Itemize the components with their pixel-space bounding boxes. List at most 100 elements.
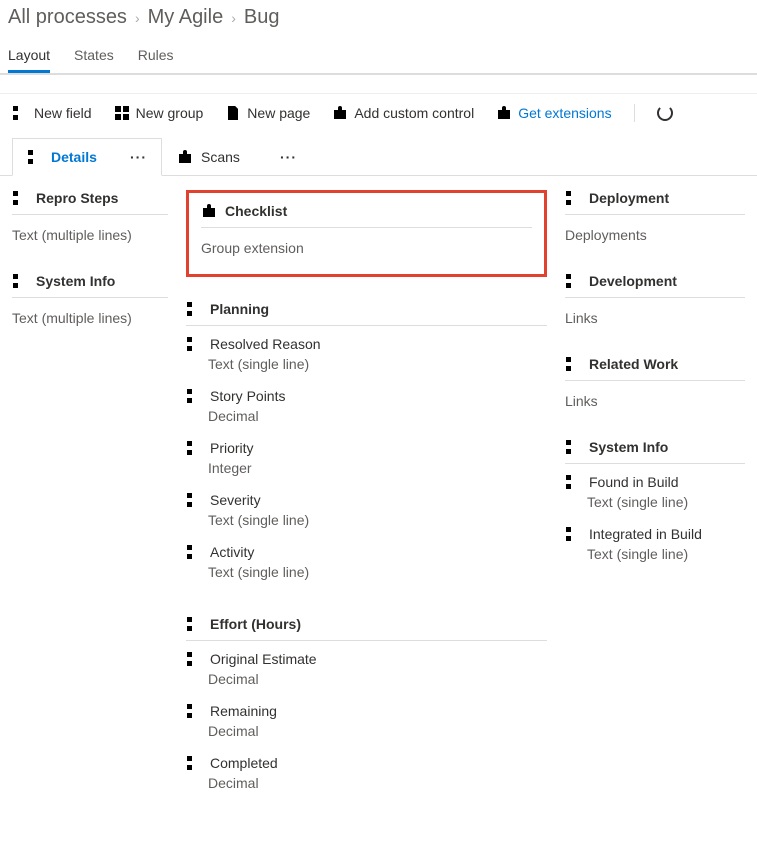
field-icon [186,336,202,352]
field-icon [565,474,581,490]
group-title: Effort (Hours) [210,616,301,632]
group-system-info[interactable]: System Info Text (multiple lines) [12,273,168,326]
breadcrumb: All processes › My Agile › Bug [0,0,757,33]
group: Deployment Deployments [565,190,745,243]
view-tabs: Layout States Rules [0,39,757,75]
group-icon [114,105,130,121]
tab-rules[interactable]: Rules [138,39,174,73]
group: Development Links [565,273,745,326]
field-icon [565,190,581,206]
bag-icon [332,105,348,121]
field-type: Decimal [186,771,547,791]
field-icon [12,273,28,289]
breadcrumb-item[interactable]: Bug [244,6,280,29]
breadcrumb-item[interactable]: All processes [8,6,127,29]
group-subtitle: Group extension [201,228,532,256]
tab-layout[interactable]: Layout [8,39,50,73]
field-icon [186,703,202,719]
group-title: Repro Steps [36,190,118,206]
field-name: Remaining [210,703,277,719]
group: Effort (Hours) Original Estimate Decimal… [186,616,547,797]
field-type: Text (multiple lines) [12,215,168,243]
group-header[interactable]: Development [565,273,745,298]
new-field-button[interactable]: New field [12,105,92,121]
toolbar: New field New group New page Add custom … [0,93,757,132]
field-icon [565,439,581,455]
field-item[interactable]: Priority Integer [186,430,547,482]
left-column: Repro Steps Text (multiple lines) System… [12,190,168,356]
field-item[interactable]: Found in Build Text (single line) [565,464,745,516]
page-tab-scans[interactable]: Scans ··· [162,138,312,176]
group: System Info Found in Build Text (single … [565,439,745,568]
new-page-button[interactable]: New page [225,105,310,121]
new-group-button[interactable]: New group [114,105,204,121]
field-type: Text (single line) [186,560,547,580]
group-repro-steps[interactable]: Repro Steps Text (multiple lines) [12,190,168,243]
group-subtitle: Deployments [565,215,745,243]
field-icon [186,755,202,771]
field-name: Original Estimate [210,651,317,667]
tab-states[interactable]: States [74,39,114,73]
field-type: Text (single line) [186,508,547,528]
tab-menu-button[interactable]: ··· [280,149,297,165]
field-name: Integrated in Build [589,526,702,542]
group: Related Work Links [565,356,745,409]
field-icon [565,273,581,289]
field-item[interactable]: Story Points Decimal [186,378,547,430]
group-header[interactable]: System Info [565,439,745,464]
field-type: Text (single line) [186,352,547,372]
group-header[interactable]: Planning [186,301,547,326]
field-name: Story Points [210,388,285,404]
group-title: System Info [589,439,668,455]
group-header[interactable]: Effort (Hours) [186,616,547,641]
field-name: Resolved Reason [210,336,321,352]
field-type: Text (multiple lines) [12,298,168,326]
page-icon [225,105,241,121]
field-type: Text (single line) [565,542,745,562]
field-type: Decimal [186,667,547,687]
field-icon [12,105,28,121]
layout-columns: Repro Steps Text (multiple lines) System… [0,176,757,857]
chevron-right-icon: › [231,10,236,26]
group-title: Checklist [225,203,287,219]
field-item[interactable]: Original Estimate Decimal [186,641,547,693]
field-icon [565,526,581,542]
tab-menu-button[interactable]: ··· [130,149,147,165]
field-item[interactable]: Integrated in Build Text (single line) [565,516,745,568]
group: Planning Resolved Reason Text (single li… [186,301,547,586]
field-type: Decimal [186,404,547,424]
field-item[interactable]: Activity Text (single line) [186,534,547,586]
refresh-button[interactable] [657,105,673,121]
field-icon [186,544,202,560]
checklist-group-highlight: Checklist Group extension [186,190,547,277]
add-custom-control-button[interactable]: Add custom control [332,105,474,121]
bag-icon [201,203,217,219]
group-title: Development [589,273,677,289]
group-title: Deployment [589,190,669,206]
breadcrumb-item[interactable]: My Agile [148,6,224,29]
group-checklist[interactable]: Checklist [201,203,532,228]
group-title: Planning [210,301,269,317]
layout-icon [27,149,43,165]
field-type: Integer [186,456,547,476]
bag-icon [496,105,512,121]
field-icon [186,492,202,508]
middle-column: Checklist Group extension Planning Resol… [186,190,547,827]
field-name: Found in Build [589,474,679,490]
page-tab-details[interactable]: Details ··· [12,138,162,176]
toolbar-divider [634,104,635,122]
field-name: Activity [210,544,254,560]
group-header[interactable]: Related Work [565,356,745,381]
get-extensions-link[interactable]: Get extensions [496,105,611,121]
field-item[interactable]: Severity Text (single line) [186,482,547,534]
field-name: Severity [210,492,261,508]
group-header[interactable]: Deployment [565,190,745,215]
field-icon [186,616,202,632]
field-icon [186,388,202,404]
field-type: Decimal [186,719,547,739]
field-item[interactable]: Completed Decimal [186,745,547,797]
group-title: Related Work [589,356,678,372]
field-item[interactable]: Resolved Reason Text (single line) [186,326,547,378]
field-item[interactable]: Remaining Decimal [186,693,547,745]
field-name: Completed [210,755,278,771]
